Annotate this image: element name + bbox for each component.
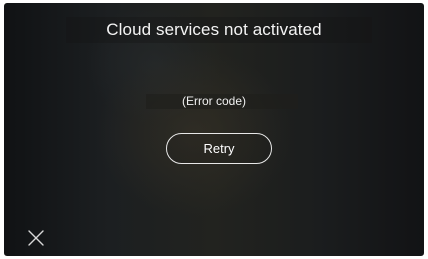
retry-button[interactable]: Retry <box>166 133 272 164</box>
close-icon[interactable] <box>26 228 46 248</box>
cloud-error-screen: Cloud services not activated (Error code… <box>4 3 424 256</box>
page-title: Cloud services not activated <box>106 20 322 39</box>
error-code-text: (Error code) <box>181 94 246 108</box>
